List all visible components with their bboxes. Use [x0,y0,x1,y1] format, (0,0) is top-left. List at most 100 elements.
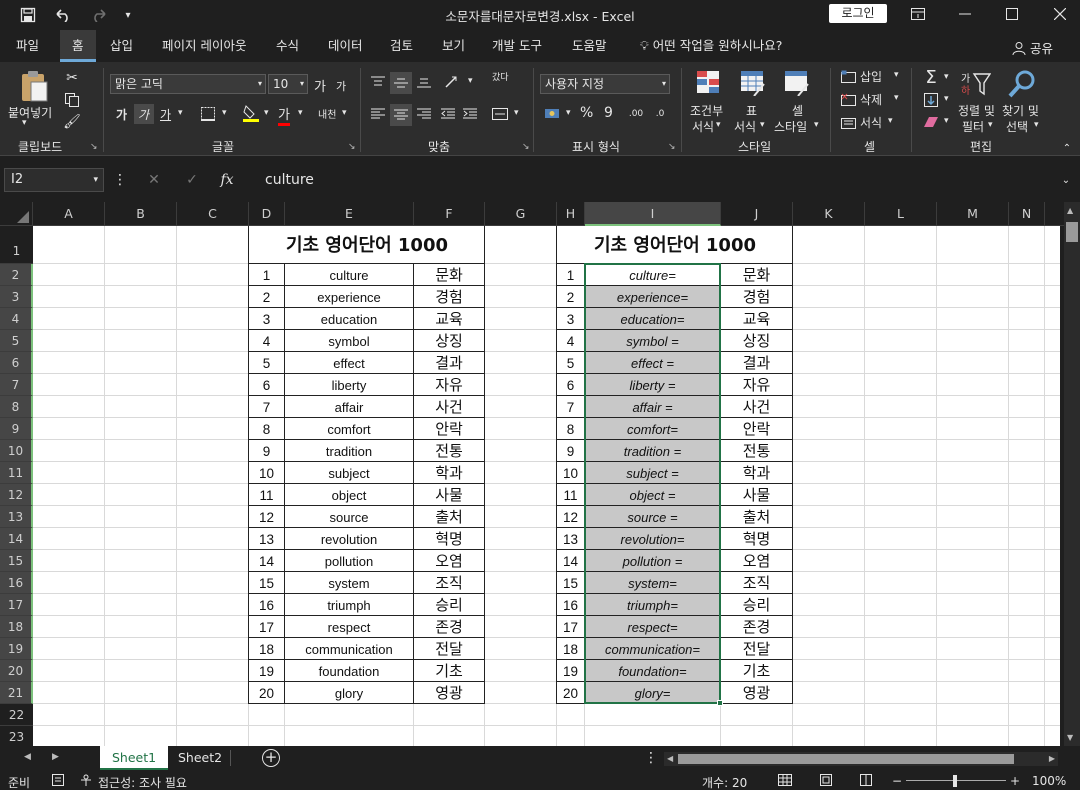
more-options-icon[interactable]: ⋮ [113,172,127,188]
cell-number[interactable]: 6 [249,374,284,395]
cell-number[interactable]: 1 [557,264,584,285]
ribbon-display-icon[interactable] [898,3,938,25]
cell-english-word[interactable]: foundation [285,660,413,681]
scroll-right-icon[interactable]: ▶ [1049,754,1055,763]
tab-view[interactable]: 보기 [430,30,477,62]
cell-number[interactable]: 3 [249,308,284,329]
sheet-tab-sheet2[interactable]: Sheet2 [166,746,234,770]
align-right-icon[interactable] [414,104,434,124]
cell-korean-word[interactable]: 사물 [721,484,792,505]
cell-number[interactable]: 14 [557,550,584,571]
cell-korean-word[interactable]: 혁명 [414,528,484,549]
tab-help[interactable]: 도움말 [560,30,619,62]
table-title-left[interactable]: 기초 영어단어 1000 [249,226,485,264]
delete-dropdown-icon[interactable]: ▾ [894,93,899,103]
clear-dropdown-icon[interactable]: ▾ [944,116,949,126]
column-header-n[interactable]: N [1009,202,1045,226]
borders-dropdown-icon[interactable]: ▾ [222,108,227,118]
row-header-16[interactable]: 16 [0,572,33,594]
cell-korean-word[interactable]: 존경 [721,616,792,637]
cell-number[interactable]: 17 [249,616,284,637]
delete-cells-button[interactable]: 삭제 [860,91,882,108]
cell-number[interactable]: 12 [249,506,284,527]
fill-dropdown-icon[interactable]: ▾ [944,94,949,104]
enter-icon[interactable]: ✓ [182,170,202,190]
fill-handle[interactable] [717,700,723,706]
sort-filter-dropdown-icon[interactable]: ▾ [988,120,993,130]
cell-number[interactable]: 8 [249,418,284,439]
cell-number[interactable]: 2 [557,286,584,307]
scroll-down-icon[interactable]: ▼ [1067,733,1073,742]
cell-english-word[interactable]: source [285,506,413,527]
tab-scroll-left-icon[interactable]: ◀ [24,752,31,762]
redo-icon[interactable] [84,5,114,25]
name-box[interactable]: I2 ▾ [4,168,104,192]
close-icon[interactable] [1040,3,1080,25]
horizontal-scroll-thumb[interactable] [678,754,1014,764]
cell-english-word[interactable]: glory [285,682,413,703]
fill-color-icon[interactable] [240,102,262,124]
column-header-h[interactable]: H [557,202,585,226]
cell-korean-word[interactable]: 전달 [721,638,792,659]
tab-page-layout[interactable]: 페이지 레이아웃 [150,30,258,62]
column-header-e[interactable]: E [285,202,414,226]
row-header-7[interactable]: 7 [0,374,33,396]
cell-korean-word[interactable]: 오염 [721,550,792,571]
format-as-table-button[interactable]: 표 [746,102,757,119]
cell-korean-word[interactable]: 영광 [721,682,792,703]
cell-korean-word[interactable]: 경험 [721,286,792,307]
percent-button[interactable]: % [580,105,593,121]
cell-korean-word[interactable]: 기초 [414,660,484,681]
row-header-1[interactable]: 1 [0,226,33,264]
accessibility-icon[interactable] [80,774,94,789]
column-header-a[interactable]: A [33,202,105,226]
cell-english-word[interactable]: liberty [285,374,413,395]
row-header-21[interactable]: 21 [0,682,33,704]
add-sheet-button[interactable]: + [262,749,280,767]
format-as-table-dropdown-icon[interactable]: ▾ [760,120,765,130]
row-header-8[interactable]: 8 [0,396,33,418]
cell-number[interactable]: 19 [249,660,284,681]
cell-number[interactable]: 7 [557,396,584,417]
tab-file[interactable]: 파일 [4,30,51,62]
cell-korean-word[interactable]: 학과 [414,462,484,483]
cell-korean-word[interactable]: 문화 [414,264,484,285]
column-header-g[interactable]: G [485,202,557,226]
paste-dropdown-icon[interactable]: ▾ [22,118,27,128]
align-left-icon[interactable] [368,104,388,124]
page-break-view-icon[interactable] [860,774,872,789]
cell-number[interactable]: 13 [557,528,584,549]
row-header-5[interactable]: 5 [0,330,33,352]
column-header-f[interactable]: F [414,202,485,226]
decrease-decimal-icon[interactable]: .0 [650,104,670,124]
phonetic-dropdown-icon[interactable]: ▾ [342,108,347,118]
insert-cells-icon[interactable] [840,68,858,86]
cell-korean-word[interactable]: 사건 [721,396,792,417]
cell-korean-word[interactable]: 경험 [414,286,484,307]
tab-split-icon[interactable]: ⋮ [644,750,658,766]
insert-function-icon[interactable]: fx [216,170,238,190]
orientation-dropdown-icon[interactable]: ▾ [468,76,473,86]
column-header-b[interactable]: B [105,202,177,226]
conditional-format-icon[interactable] [694,68,724,98]
column-header-k[interactable]: K [793,202,865,226]
cell-number[interactable]: 9 [249,440,284,461]
cell-korean-word[interactable]: 출처 [721,506,792,527]
phonetic-button[interactable]: 내천 [318,106,336,121]
cell-korean-word[interactable]: 교육 [721,308,792,329]
cell-number[interactable]: 5 [249,352,284,373]
sort-filter-icon[interactable]: 가하 [958,68,992,100]
row-header-23[interactable]: 23 [0,726,33,748]
cell-number[interactable]: 8 [557,418,584,439]
column-header-i[interactable]: I [585,202,721,226]
tab-data[interactable]: 데이터 [316,30,375,62]
column-header-l[interactable]: L [865,202,937,226]
cell-korean-word[interactable]: 상징 [721,330,792,351]
cell-english-word[interactable]: object [285,484,413,505]
column-header-j[interactable]: J [721,202,793,226]
cell-korean-word[interactable]: 전통 [414,440,484,461]
save-icon[interactable] [18,5,38,25]
row-header-14[interactable]: 14 [0,528,33,550]
borders-icon[interactable] [198,104,218,124]
paste-button[interactable]: 붙여넣기 [8,104,52,121]
